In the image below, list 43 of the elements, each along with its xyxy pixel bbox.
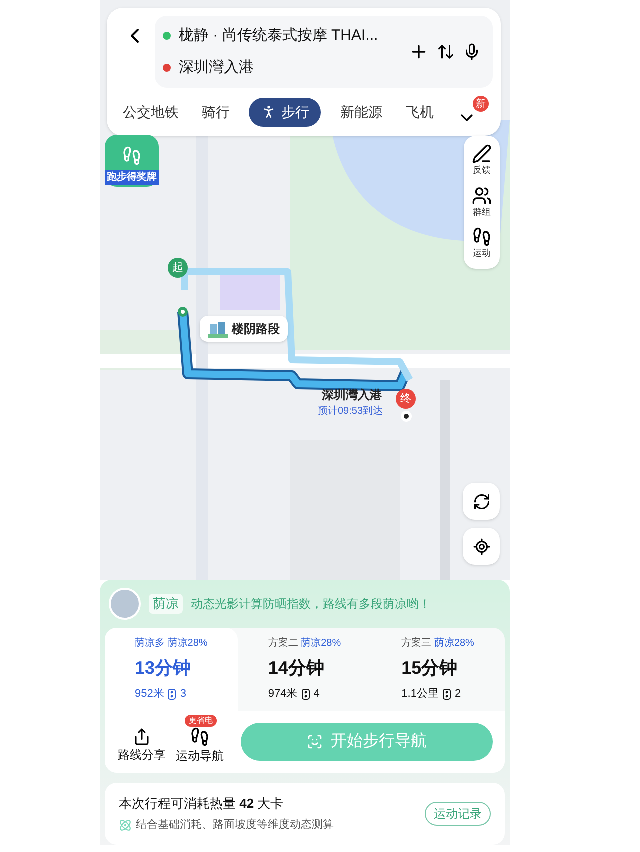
locate-icon <box>472 538 490 556</box>
shade-callout: 楼阴路段 <box>200 316 288 342</box>
destination-label: 深圳灣入港 <box>322 387 382 404</box>
locate-button[interactable] <box>463 528 500 565</box>
map-tool-button[interactable]: 反馈 <box>472 140 492 182</box>
mode-tab[interactable]: 新能源 <box>336 98 387 126</box>
mode-tab[interactable]: 公交地铁 <box>119 98 183 126</box>
more-modes-button[interactable]: 新 <box>452 96 489 128</box>
microphone-icon <box>463 43 481 61</box>
refresh-icon <box>472 492 490 510</box>
calorie-note: 结合基础消耗、路面坡度等维度动态测算 <box>136 818 334 833</box>
shade-tag: 荫凉 <box>149 594 183 614</box>
pen-icon <box>472 144 492 164</box>
buildings-icon <box>208 320 228 338</box>
swap-icon <box>437 43 455 61</box>
atom-icon <box>119 818 132 832</box>
mode-tab[interactable]: 步行 <box>249 98 322 126</box>
traffic-light-icon <box>302 688 310 700</box>
traffic-light-icon <box>442 688 451 700</box>
origin-field[interactable]: 栊静 · 尚传统泰式按摩 THAI... <box>179 24 378 48</box>
route-action-button[interactable]: 路线分享 <box>117 720 167 764</box>
traffic-light-icon <box>168 688 176 700</box>
share-icon <box>133 728 151 746</box>
mode-tab[interactable]: 飞机 <box>402 98 438 126</box>
footprints-icon <box>190 726 210 746</box>
people-icon <box>472 186 492 206</box>
calorie-text: 本次行程可消耗热量 42 大卡 <box>119 794 285 812</box>
scan-icon <box>307 734 323 750</box>
eta-label: 预计09:53到达 <box>318 404 384 419</box>
new-badge: 新 <box>472 96 489 112</box>
map-tool-button[interactable]: 群组 <box>472 182 492 223</box>
destination-field[interactable]: 深圳灣入港 <box>179 56 254 80</box>
run-medal-badge[interactable]: 跑步得奖牌 <box>105 135 159 187</box>
power-saving-badge: 更省电 <box>185 714 217 726</box>
route-option[interactable]: 荫凉多 荫凉28% 13分钟 952米 3 <box>105 628 238 710</box>
map-tool-button[interactable]: 运动 <box>472 223 492 264</box>
refresh-button[interactable] <box>463 483 500 520</box>
shade-avatar-icon <box>109 588 141 620</box>
footprints-icon <box>472 227 492 247</box>
shade-tip: 动态光影计算防晒指数，路线有多段荫凉哟！ <box>191 596 431 613</box>
route-option[interactable]: 方案二 荫凉28% 14分钟 974米 4 <box>238 628 372 710</box>
route-option[interactable]: 方案三 荫凉28% 15分钟 1.1公里 2 <box>372 628 505 710</box>
mode-tab[interactable]: 骑行 <box>198 98 234 126</box>
